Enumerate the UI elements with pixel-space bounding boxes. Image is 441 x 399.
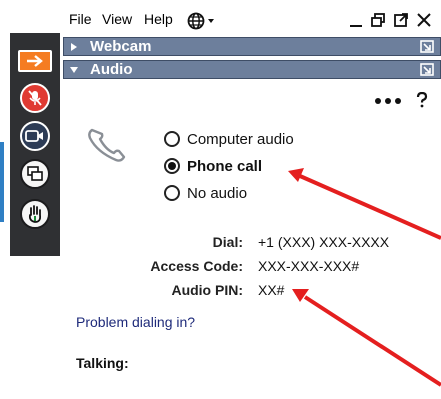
close-icon	[417, 13, 431, 27]
close-button[interactable]	[416, 12, 432, 32]
radio-button[interactable]	[164, 185, 180, 201]
popout-icon[interactable]	[420, 63, 434, 76]
phone-icon	[86, 124, 130, 169]
video-icon	[25, 130, 43, 142]
radio-button-selected[interactable]	[164, 158, 180, 174]
expand-arrow-icon	[71, 43, 77, 51]
dial-value: +1 (XXX) XXX-XXXX	[258, 234, 390, 250]
help-icon	[416, 91, 428, 108]
audio-pin-value: XX#	[258, 282, 285, 298]
access-code-label: Access Code:	[150, 258, 243, 274]
radio-no-audio[interactable]: No audio	[164, 183, 247, 203]
share-screen-icon	[27, 166, 43, 181]
popout-icon[interactable]	[420, 40, 434, 53]
more-options-button[interactable]	[374, 92, 402, 105]
collapse-arrow-icon	[70, 67, 78, 73]
problem-dialing-link[interactable]: Problem dialing in?	[76, 314, 195, 330]
talking-label: Talking:	[76, 355, 129, 371]
popout-button[interactable]	[393, 12, 409, 32]
control-toolbar	[10, 33, 61, 256]
mic-muted-icon	[28, 90, 42, 106]
audio-section-title: Audio	[90, 61, 133, 78]
menu-bar: File View Help	[60, 6, 441, 32]
radio-button[interactable]	[164, 131, 180, 147]
raise-hand-button[interactable]	[20, 199, 50, 229]
radio-label: Computer audio	[187, 130, 294, 148]
radio-label: Phone call	[187, 157, 263, 175]
dial-label: Dial:	[212, 234, 243, 250]
globe-icon	[187, 12, 214, 30]
minimize-icon	[350, 25, 362, 27]
radio-computer-audio[interactable]: Computer audio	[164, 129, 294, 149]
restore-icon	[371, 13, 385, 27]
minimize-button[interactable]	[349, 12, 363, 32]
help-button[interactable]	[416, 91, 428, 113]
audio-panel-window: File View Help Webcam Audio Computer aud…	[60, 0, 441, 399]
menu-view[interactable]: View	[102, 11, 132, 27]
access-code-value: XXX-XXX-XXX#	[258, 258, 360, 274]
collapse-panel-button[interactable]	[18, 50, 52, 72]
webcam-section-title: Webcam	[90, 38, 152, 55]
video-button[interactable]	[20, 121, 50, 151]
mute-button[interactable]	[20, 83, 50, 113]
menu-file[interactable]: File	[69, 11, 92, 27]
desktop-edge	[0, 142, 4, 222]
restore-button[interactable]	[370, 12, 386, 32]
more-icon	[375, 98, 401, 104]
webcam-section-header[interactable]: Webcam	[63, 37, 441, 56]
language-menu[interactable]	[187, 12, 217, 35]
audio-pin-label: Audio PIN:	[171, 282, 243, 298]
radio-label: No audio	[187, 184, 248, 202]
arrow-right-icon	[27, 55, 43, 67]
radio-phone-call[interactable]: Phone call	[164, 156, 262, 176]
audio-section-header[interactable]: Audio	[63, 60, 441, 79]
share-screen-button[interactable]	[20, 159, 50, 189]
raise-hand-icon	[28, 205, 42, 223]
popout-icon	[394, 13, 408, 27]
menu-help[interactable]: Help	[144, 11, 173, 27]
